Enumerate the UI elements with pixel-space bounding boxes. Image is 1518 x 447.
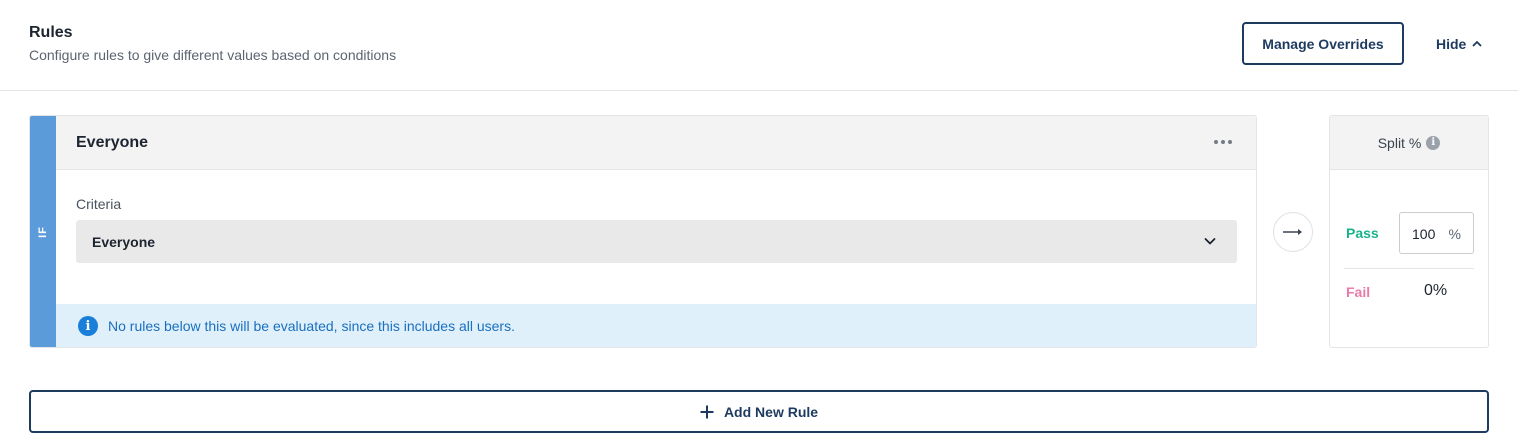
percent-unit: % <box>1448 226 1461 242</box>
info-banner: i No rules below this will be evaluated,… <box>56 304 1256 347</box>
manage-overrides-button[interactable]: Manage Overrides <box>1242 22 1404 65</box>
split-header: Split % i <box>1330 116 1488 170</box>
page-title: Rules <box>29 24 73 41</box>
split-title: Split % <box>1377 134 1422 151</box>
pass-value: 100 <box>1412 226 1436 242</box>
pass-label: Pass <box>1346 225 1379 241</box>
rule-name: Everyone <box>76 134 149 151</box>
hide-button[interactable]: Hide <box>1436 34 1482 54</box>
if-bar: IF <box>30 116 56 347</box>
pass-percentage-input[interactable]: 100 % <box>1399 212 1474 254</box>
more-icon[interactable] <box>1214 140 1232 144</box>
rule-card: IF Everyone Criteria Everyone i No rules… <box>29 115 1257 348</box>
fail-value: 0% <box>1424 282 1448 299</box>
rule-header: Everyone <box>56 116 1256 170</box>
split-card: Split % i Pass 100 % Fail 0% <box>1329 115 1489 348</box>
criteria-select[interactable]: Everyone <box>76 220 1237 263</box>
info-text: No rules below this will be evaluated, s… <box>108 318 515 334</box>
fail-label: Fail <box>1346 284 1371 300</box>
info-icon[interactable]: i <box>1426 135 1441 150</box>
split-divider <box>1344 268 1474 269</box>
criteria-label: Criteria <box>76 196 122 212</box>
criteria-value: Everyone <box>92 234 156 250</box>
if-label: IF <box>37 225 49 238</box>
add-rule-label: Add New Rule <box>723 403 819 420</box>
page-subtitle: Configure rules to give different values… <box>29 47 397 63</box>
arrow-connector <box>1273 212 1313 252</box>
chevron-up-icon <box>1472 41 1482 47</box>
rules-header: Rules Configure rules to give different … <box>0 0 1518 91</box>
info-icon: i <box>78 316 98 336</box>
add-new-rule-button[interactable]: Add New Rule <box>29 390 1489 433</box>
arrow-right-icon <box>1283 229 1302 235</box>
hide-label: Hide <box>1436 36 1467 52</box>
chevron-down-icon <box>1204 238 1216 245</box>
plus-icon <box>700 405 714 418</box>
